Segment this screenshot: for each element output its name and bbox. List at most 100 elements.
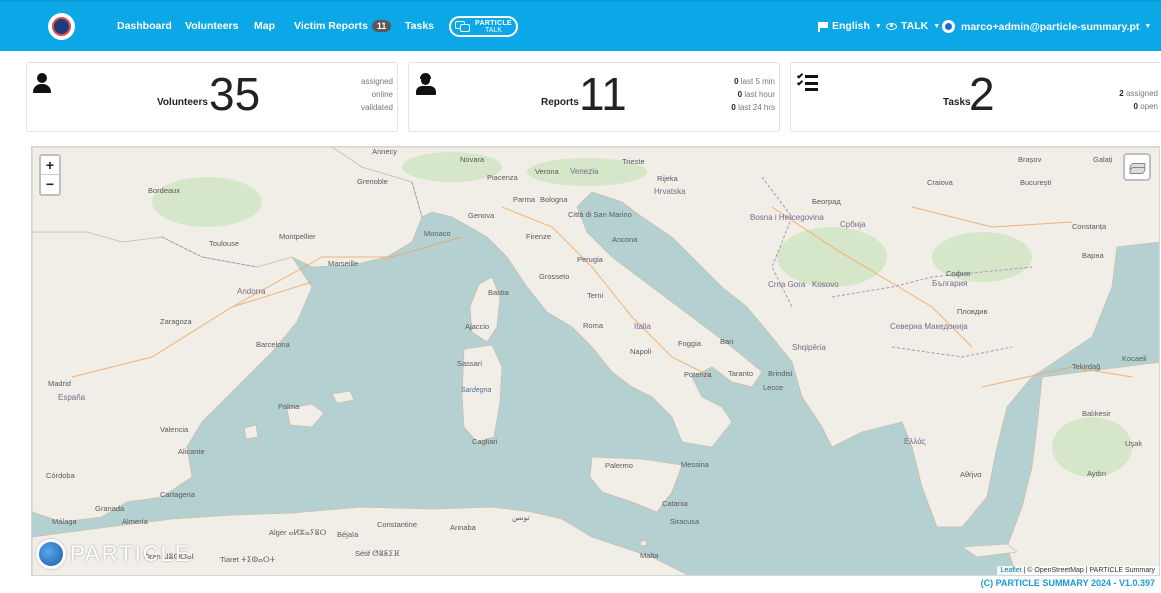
nav-victim-reports[interactable]: Victim Reports 11 (294, 20, 392, 32)
language-dropdown[interactable]: English ▼ (818, 20, 882, 32)
map-label-galati: Galați (1093, 155, 1113, 164)
map-attribution: Leaflet | © OpenStreetMap | PARTICLE Sum… (996, 566, 1159, 575)
map-label-bordeaux: Bordeaux (148, 186, 181, 195)
volunteers-card[interactable]: Volunteers 35 assigned online validated (26, 62, 398, 132)
map-label-venezia: Venezia (570, 167, 599, 176)
map-label-cagliari: Cagliari (472, 437, 498, 446)
map-label-montpellier: Montpellier (279, 232, 316, 241)
reports-last5min-value: 0 (734, 77, 739, 86)
map-label-balikesir: Balıkesir (1082, 409, 1111, 418)
map-label-severna: Северна Македонија (890, 322, 968, 331)
map-label-aydin: Aydın (1087, 469, 1107, 478)
map-label-italia: Italia (634, 322, 651, 331)
user-avatar-icon (942, 20, 955, 33)
volunteers-breakdown: assigned online validated (361, 75, 393, 114)
reports-label: Reports (541, 97, 579, 108)
map-label-constantine: Constantine (377, 520, 418, 529)
map-label-bastia: Bastia (488, 288, 509, 297)
talk-logo-line2: TALK (484, 26, 502, 34)
nav-dashboard[interactable]: Dashboard (117, 20, 172, 32)
attribution-text: | © OpenStreetMap | PARTICLE Summary (1021, 567, 1155, 574)
brand-logo[interactable] (48, 13, 75, 40)
leaflet-link[interactable]: Leaflet (1001, 567, 1022, 574)
eye-icon (886, 22, 897, 30)
map-label-tiaret: Tiaret ⵜⵉⵀⴰⵔⵜ (220, 555, 276, 564)
map-label-athina: Αθήνα (960, 470, 982, 479)
map-label-marseille: Marseille (328, 259, 359, 268)
nav-volunteers[interactable]: Volunteers (185, 20, 238, 32)
volunteers-assigned: assigned (360, 77, 393, 86)
user-menu-dropdown[interactable]: marco+admin@particle-summary.pt ▼ (942, 20, 1151, 33)
layers-button[interactable] (1123, 153, 1151, 181)
user-email: marco+admin@particle-summary.pt (961, 20, 1140, 33)
tasks-open-label: open (1140, 102, 1158, 111)
nav-victim-reports-label: Victim Reports (294, 20, 368, 32)
map-label-perugia: Perugia (577, 255, 603, 264)
flag-icon (818, 21, 828, 32)
volunteers-label: Volunteers (157, 97, 208, 108)
map-label-almeria: Almería (122, 517, 148, 526)
map-label-trieste: Trieste (622, 157, 645, 166)
globe-icon (36, 539, 66, 569)
particle-watermark: PARTICLE (36, 539, 192, 569)
map-label-plovdiv: Пловдив (957, 307, 988, 316)
map-label-sofia: София (946, 269, 971, 278)
map-label-tekirdag: Tekirdağ (1072, 362, 1101, 371)
nav-map[interactable]: Map (254, 20, 275, 32)
map-label-hrvatska: Hrvatska (654, 187, 686, 196)
language-label: English (832, 20, 870, 32)
map-label-toulouse: Toulouse (209, 239, 240, 248)
map-label-srbija: Србија (840, 220, 866, 229)
map-label-rijeka: Rijeka (657, 174, 678, 183)
map-label-siracusa: Siracusa (670, 517, 700, 526)
map-label-foggia: Foggia (678, 339, 701, 348)
map-label-cordoba: Córdoba (46, 471, 75, 480)
caret-down-icon: ▼ (933, 22, 941, 30)
map-label-ellas: Ελλάς (904, 437, 926, 446)
reports-lasthour-label: last hour (744, 90, 775, 99)
tasks-card[interactable]: Tasks 2 2 assigned 0 open (790, 62, 1161, 132)
map-label-shqiperia: Shqipëria (792, 343, 826, 352)
map-label-grenoble: Grenoble (357, 177, 388, 186)
nav-tasks[interactable]: Tasks (405, 20, 434, 32)
map-label-bologna: Bologna (540, 195, 568, 204)
map-label-alger: Alger ⴰⵍⵣⴰⵢⴻⵔ (269, 528, 327, 537)
zoom-in-button[interactable]: + (41, 156, 59, 175)
map-label-sassari: Sassari (457, 359, 483, 368)
map-label-bucuresti: București (1020, 178, 1052, 187)
tasks-count: 2 (969, 68, 995, 120)
talk-logo-line1: PARTICLE (475, 19, 512, 27)
zoom-out-button[interactable]: − (41, 175, 59, 194)
particle-talk-logo[interactable]: PARTICLE TALK (449, 16, 518, 37)
zoom-control: + − (39, 154, 61, 196)
map-label-granada: Granada (95, 504, 125, 513)
reports-card[interactable]: Reports 11 0 last 5 min 0 last hour 0 la… (408, 62, 780, 132)
map-label-beograd: Београд (812, 197, 841, 206)
map-label-madrid: Madrid (48, 379, 71, 388)
map-label-brindisi: Brindisi (768, 369, 793, 378)
top-navbar: Dashboard Volunteers Map Victim Reports 1… (0, 0, 1161, 51)
map-label-sardegna: Sardegna (461, 387, 492, 394)
talk-dropdown[interactable]: TALK ▼ (886, 20, 940, 32)
map-label-parma: Parma (513, 195, 536, 204)
map-label-terni: Terni (587, 291, 604, 300)
reports-lasthour-value: 0 (737, 90, 743, 99)
map-label-craiova: Craiova (927, 178, 953, 187)
footer-copyright: (C) PARTICLE SUMMARY 2024 - V1.0.397 (980, 578, 1155, 588)
map-label-setif: Sétif ⵚⴻⵟⵉⴼ (355, 549, 400, 558)
map-label-constanta: Constanța (1072, 222, 1107, 231)
map-label-genova: Genova (468, 211, 495, 220)
map-label-malta: Malta (640, 551, 659, 560)
map-label-kosovo: Kosovo (812, 280, 839, 289)
tasks-list-icon (796, 72, 819, 91)
map-label-roma: Roma (583, 321, 604, 330)
map-view[interactable]: Bordeaux Toulouse Montpellier Marseille … (31, 146, 1160, 576)
map-label-piacenza: Piacenza (487, 173, 518, 182)
reports-last5min-label: last 5 min (740, 77, 775, 86)
map-label-taranto: Taranto (728, 369, 754, 378)
map-label-kocaeli: Kocaeli (1122, 354, 1147, 363)
map-label-messina: Messina (681, 460, 709, 469)
map-label-zaragoza: Zaragoza (160, 317, 192, 326)
watermark-text: PARTICLE (70, 541, 192, 566)
map-label-crna-gora: Crna Gora (768, 280, 806, 289)
